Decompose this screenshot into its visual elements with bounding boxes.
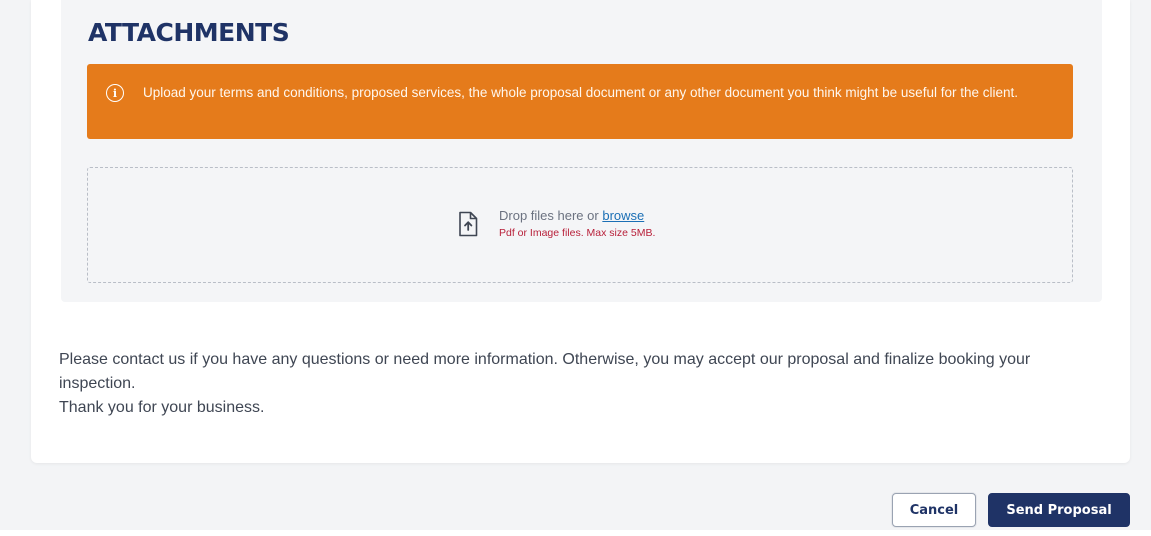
dropzone-prompt-text: Drop files here or — [499, 208, 599, 223]
cancel-button[interactable]: Cancel — [892, 493, 976, 527]
proposal-page: ATTACHMENTS i Upload your terms and cond… — [0, 0, 1151, 536]
file-dropzone[interactable]: Drop files here or browse Pdf or Image f… — [87, 167, 1073, 283]
dropzone-hint: Pdf or Image files. Max size 5MB. — [499, 227, 656, 239]
proposal-card: ATTACHMENTS i Upload your terms and cond… — [31, 0, 1130, 463]
browse-link[interactable]: browse — [602, 208, 644, 223]
section-title: ATTACHMENTS — [88, 18, 290, 47]
send-proposal-button[interactable]: Send Proposal — [988, 493, 1130, 527]
attachments-section: ATTACHMENTS i Upload your terms and cond… — [61, 0, 1102, 302]
dropzone-prompt: Drop files here or browse — [499, 208, 644, 223]
bottom-edge — [0, 530, 1151, 536]
alert-text: Upload your terms and conditions, propos… — [143, 85, 1018, 100]
info-alert: i Upload your terms and conditions, prop… — [87, 64, 1073, 139]
closing-paragraph: Please contact us if you have any questi… — [59, 351, 1031, 392]
info-icon: i — [106, 84, 124, 102]
file-upload-icon — [459, 211, 478, 237]
closing-message: Please contact us if you have any questi… — [59, 348, 1109, 420]
thank-you-text: Thank you for your business. — [59, 399, 265, 416]
